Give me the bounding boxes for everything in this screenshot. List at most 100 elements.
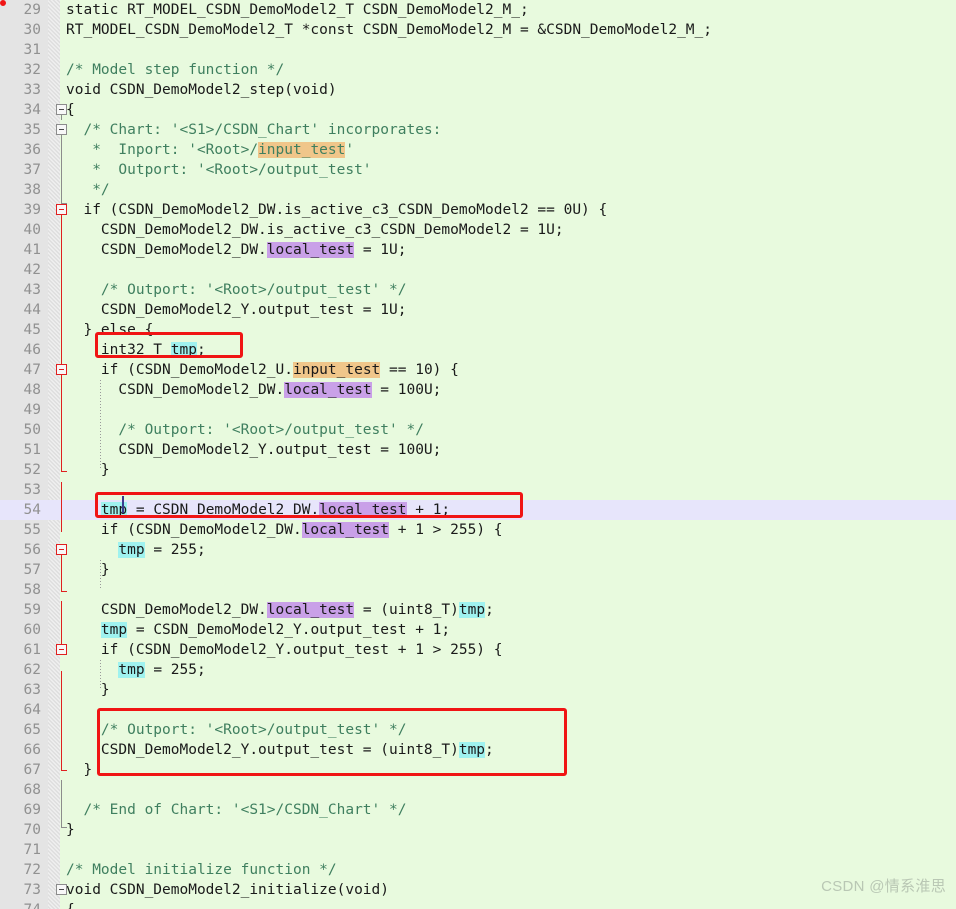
code-text[interactable]: void CSDN_DemoModel2_step(void) — [66, 80, 337, 100]
code-line[interactable]: 65 /* Outport: '<Root>/output_test' */ — [0, 720, 956, 740]
code-text[interactable]: /* Outport: '<Root>/output_test' */ — [66, 420, 424, 440]
code-text[interactable]: CSDN_DemoModel2_DW.local_test = 1U; — [66, 240, 407, 260]
code-line[interactable]: 72 /* Model initialize function */ — [0, 860, 956, 880]
code-line[interactable]: 73 void CSDN_DemoModel2_initialize(void) — [0, 880, 956, 900]
code-text[interactable]: CSDN_DemoModel2_Y.output_test = 1U; — [66, 300, 407, 320]
fold-line-39 — [61, 213, 62, 368]
code-text[interactable]: } — [66, 560, 110, 580]
code-text[interactable]: if (CSDN_DemoModel2_U.input_test == 10) … — [66, 360, 459, 380]
code-line[interactable]: 60 tmp = CSDN_DemoModel2_Y.output_test +… — [0, 620, 956, 640]
code-line[interactable]: 48 CSDN_DemoModel2_DW.local_test = 100U; — [0, 380, 956, 400]
code-text[interactable]: tmp = CSDN_DemoModel2_DW.local_test + 1; — [66, 500, 450, 520]
code-text[interactable]: if (CSDN_DemoModel2_DW.is_active_c3_CSDN… — [66, 200, 607, 220]
code-text[interactable]: /* End of Chart: '<S1>/CSDN_Chart' */ — [66, 800, 406, 820]
code-line[interactable]: 47 if (CSDN_DemoModel2_U.input_test == 1… — [0, 360, 956, 380]
code-text[interactable]: } — [66, 760, 92, 780]
code-line[interactable]: 38 */ — [0, 180, 956, 200]
code-text[interactable]: CSDN_DemoModel2_Y.output_test = (uint8_T… — [66, 740, 494, 760]
code-text[interactable]: * Outport: '<Root>/output_test' — [66, 160, 371, 180]
code-line[interactable]: 50 /* Outport: '<Root>/output_test' */ — [0, 420, 956, 440]
code-line[interactable]: 43 /* Outport: '<Root>/output_test' */ — [0, 280, 956, 300]
code-line[interactable]: 71 — [0, 840, 956, 860]
code-line[interactable]: 67 } — [0, 760, 956, 780]
fold-toggle-icon-line-61[interactable] — [56, 644, 67, 655]
fold-toggle-icon-line-39[interactable] — [56, 204, 67, 215]
code-line[interactable]: 64 — [0, 700, 956, 720]
code-lines[interactable]: 29 static RT_MODEL_CSDN_DemoModel2_T CSDN… — [0, 0, 956, 909]
code-line[interactable]: 41 CSDN_DemoModel2_DW.local_test = 1U; — [0, 240, 956, 260]
code-line[interactable]: 61 if (CSDN_DemoModel2_Y.output_test + 1… — [0, 640, 956, 660]
code-line[interactable]: 55 if (CSDN_DemoModel2_DW.local_test + 1… — [0, 520, 956, 540]
code-text[interactable]: } — [66, 680, 110, 700]
code-text[interactable]: tmp = CSDN_DemoModel2_Y.output_test + 1; — [66, 620, 450, 640]
fold-line-68 — [61, 780, 62, 828]
fold-toggle-icon-line-47[interactable] — [56, 364, 67, 375]
code-line[interactable]: 68 — [0, 780, 956, 800]
code-line[interactable]: 70} — [0, 820, 956, 840]
code-text[interactable]: } — [66, 460, 110, 480]
code-line[interactable]: 51 CSDN_DemoModel2_Y.output_test = 100U; — [0, 440, 956, 460]
code-text[interactable]: /* Chart: '<S1>/CSDN_Chart' incorporates… — [66, 120, 441, 140]
code-text[interactable]: /* Model initialize function */ — [66, 860, 337, 880]
token-highlight: tmp — [118, 542, 145, 558]
line-number: 73 — [23, 882, 41, 898]
code-line[interactable]: 30 RT_MODEL_CSDN_DemoModel2_T *const CSDN… — [0, 20, 956, 40]
code-line[interactable]: 44 CSDN_DemoModel2_Y.output_test = 1U; — [0, 300, 956, 320]
code-text[interactable]: static RT_MODEL_CSDN_DemoModel2_T CSDN_D… — [66, 0, 529, 20]
code-line[interactable]: 29 static RT_MODEL_CSDN_DemoModel2_T CSDN… — [0, 0, 956, 20]
fold-toggle-icon-line-35[interactable] — [56, 124, 67, 135]
code-line[interactable]: 37 * Outport: '<Root>/output_test' — [0, 160, 956, 180]
code-line[interactable]: 46 int32_T tmp; — [0, 340, 956, 360]
code-text[interactable]: */ — [66, 180, 109, 200]
code-line[interactable]: 42 — [0, 260, 956, 280]
code-text[interactable]: /* Outport: '<Root>/output_test' */ — [66, 280, 407, 300]
code-text[interactable]: * Inport: '<Root>/input_test' — [66, 140, 354, 160]
code-line[interactable]: 31 — [0, 40, 956, 60]
code-text[interactable]: CSDN_DemoModel2_DW.local_test = 100U; — [66, 380, 441, 400]
code-text[interactable]: CSDN_DemoModel2_DW.local_test = (uint8_T… — [66, 600, 494, 620]
fold-toggle-icon-line-55[interactable] — [56, 544, 67, 555]
code-text[interactable]: RT_MODEL_CSDN_DemoModel2_T *const CSDN_D… — [66, 20, 712, 40]
code-line[interactable]: 39 if (CSDN_DemoModel2_DW.is_active_c3_C… — [0, 200, 956, 220]
code-line[interactable]: 34 { — [0, 100, 956, 120]
code-text[interactable]: CSDN_DemoModel2_DW.is_active_c3_CSDN_Dem… — [66, 220, 564, 240]
code-line[interactable]: 40 CSDN_DemoModel2_DW.is_active_c3_CSDN_… — [0, 220, 956, 240]
code-text[interactable]: } — [66, 820, 75, 840]
code-text[interactable]: void CSDN_DemoModel2_initialize(void) — [66, 880, 389, 900]
code-text[interactable]: { — [66, 100, 75, 120]
fold-toggle-icon-line-34[interactable] — [56, 104, 67, 115]
fold-toggle-icon-line-74[interactable] — [56, 884, 67, 895]
code-text[interactable]: } else { — [66, 320, 153, 340]
code-line[interactable]: 63 } — [0, 680, 956, 700]
code-line[interactable]: 32 /* Model step function */ — [0, 60, 956, 80]
code-line[interactable]: 49 — [0, 400, 956, 420]
code-line[interactable]: 69 /* End of Chart: '<S1>/CSDN_Chart' */ — [0, 800, 956, 820]
code-line[interactable]: 74 { — [0, 900, 956, 909]
code-line[interactable]: 33 void CSDN_DemoModel2_step(void) — [0, 80, 956, 100]
code-text[interactable]: /* Outport: '<Root>/output_test' */ — [66, 720, 407, 740]
code-text[interactable]: int32_T tmp; — [66, 340, 206, 360]
code-text[interactable]: /* Model step function */ — [66, 60, 284, 80]
line-number: 54 — [23, 502, 41, 518]
code-line[interactable]: 35 /* Chart: '<S1>/CSDN_Chart' incorpora… — [0, 120, 956, 140]
code-line[interactable]: 57 } — [0, 560, 956, 580]
code-line[interactable]: 59 CSDN_DemoModel2_DW.local_test = (uint… — [0, 600, 956, 620]
code-text[interactable]: if (CSDN_DemoModel2_Y.output_test + 1 > … — [66, 640, 503, 660]
code-text[interactable]: { — [66, 900, 75, 909]
code-line[interactable]: 36 * Inport: '<Root>/input_test' — [0, 140, 956, 160]
code-line[interactable]: 66 CSDN_DemoModel2_Y.output_test = (uint… — [0, 740, 956, 760]
token-highlight: tmp — [118, 662, 145, 678]
code-text[interactable]: CSDN_DemoModel2_Y.output_test = 100U; — [66, 440, 441, 460]
code-line[interactable]: 45 } else { — [0, 320, 956, 340]
code-text[interactable]: if (CSDN_DemoModel2_DW.local_test + 1 > … — [66, 520, 503, 540]
code-line[interactable]: 53 — [0, 480, 956, 500]
line-number: 62 — [23, 662, 41, 678]
code-line[interactable]: 56 tmp = 255; — [0, 540, 956, 560]
code-line[interactable]: 62 tmp = 255; — [0, 660, 956, 680]
code-text[interactable]: tmp = 255; — [66, 540, 206, 560]
code-line[interactable]: 54 tmp = CSDN_DemoModel2_DW.local_test +… — [0, 500, 956, 520]
code-text[interactable]: tmp = 255; — [66, 660, 206, 680]
code-editor[interactable]: 29 static RT_MODEL_CSDN_DemoModel2_T CSDN… — [0, 0, 956, 909]
code-line[interactable]: 58 — [0, 580, 956, 600]
code-line[interactable]: 52 } — [0, 460, 956, 480]
